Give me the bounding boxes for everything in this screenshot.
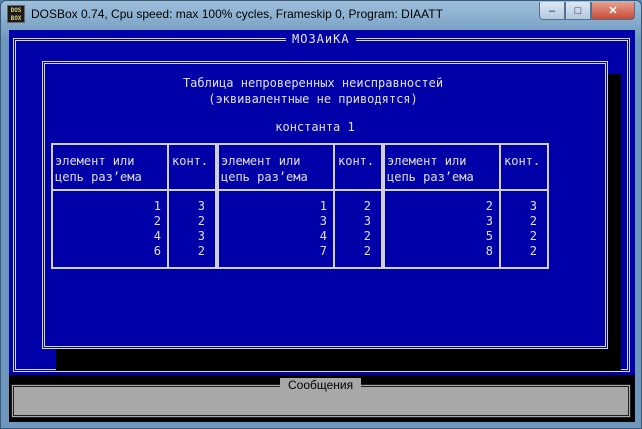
contact-column-header: конт. <box>338 154 375 168</box>
element-column-header: элемент или цепь раз’ема <box>387 154 474 184</box>
table-heading: Таблица непроверенных неисправностей <box>182 76 444 90</box>
messages-title: Сообщения <box>280 378 362 392</box>
messages-area: Сообщения <box>9 375 635 422</box>
constant-label: константа 1 <box>275 120 355 134</box>
element-values: 1 3 4 7 <box>319 199 327 258</box>
element-values: 1 2 4 6 <box>153 199 161 258</box>
element-values: 2 3 5 8 <box>485 199 493 258</box>
window-controls: – □ ✕ <box>539 2 635 20</box>
dos-screen[interactable]: МОЗАиКА Таблица непроверенных неисправно… <box>9 30 635 422</box>
header-separator <box>385 189 549 191</box>
window-title: DOSBox 0.74, Cpu speed: max 100% cycles,… <box>31 7 443 21</box>
mosaic-frame: МОЗАиКА Таблица непроверенных неисправно… <box>13 32 630 372</box>
contact-column-header: конт. <box>504 154 541 168</box>
contact-column-header: конт. <box>172 154 209 168</box>
window-titlebar[interactable]: DOS BOX DOSBox 0.74, Cpu speed: max 100%… <box>1 1 641 29</box>
minimize-button[interactable]: – <box>539 2 565 20</box>
mosaic-frame-title: МОЗАиКА <box>286 32 356 46</box>
contact-values: 2 3 2 2 <box>363 199 371 258</box>
fault-table-2: элемент или цепь раз’ема конт. 1 3 4 7 2… <box>217 143 383 269</box>
results-panel: Таблица непроверенных неисправностей (эк… <box>42 61 608 349</box>
fault-table-3: элемент или цепь раз’ема конт. 2 3 5 8 3… <box>383 143 549 269</box>
table-subheading: (эквивалентные не приводятся) <box>208 92 418 106</box>
close-button[interactable]: ✕ <box>591 2 635 20</box>
dosbox-app-icon[interactable]: DOS BOX <box>7 5 25 23</box>
header-separator <box>219 189 383 191</box>
element-column-header: элемент или цепь раз’ема <box>55 154 142 184</box>
contact-values: 3 2 2 2 <box>529 199 537 258</box>
dosbox-window: DOS BOX DOSBox 0.74, Cpu speed: max 100%… <box>0 0 642 429</box>
fault-table-1: элемент или цепь раз’ема конт. 1 2 4 6 3… <box>51 143 217 269</box>
maximize-button[interactable]: □ <box>565 2 591 20</box>
contact-values: 3 2 3 2 <box>197 199 205 258</box>
header-separator <box>53 189 217 191</box>
messages-box: Сообщения <box>11 378 631 418</box>
element-column-header: элемент или цепь раз’ема <box>221 154 308 184</box>
